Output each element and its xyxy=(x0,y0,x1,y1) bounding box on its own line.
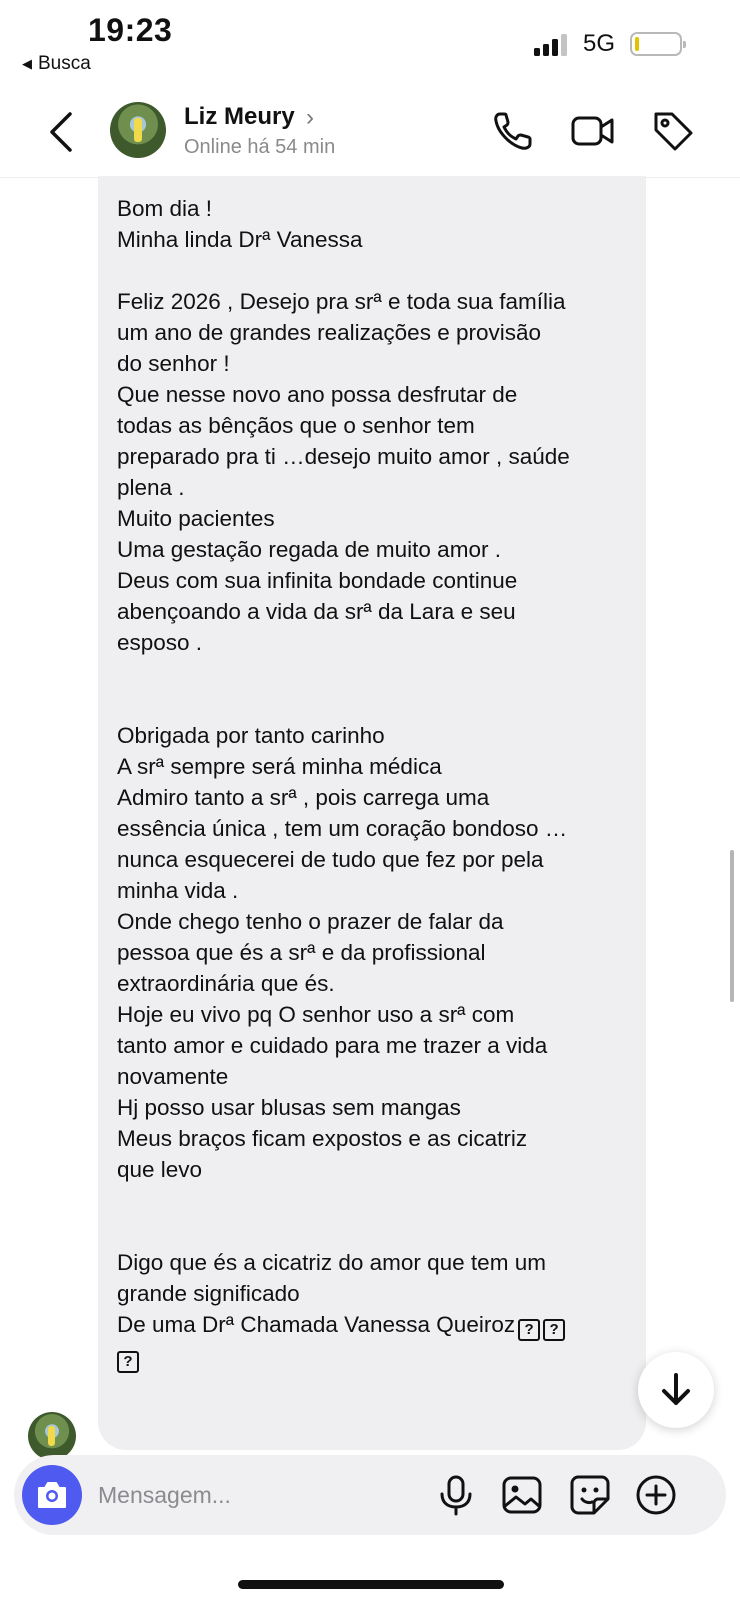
chevron-left-icon[interactable] xyxy=(46,110,78,154)
chevron-right-icon[interactable]: › xyxy=(306,104,314,132)
message-line: que levo xyxy=(117,1157,203,1182)
message-line: Meus braços ficam expostos e as cicatriz xyxy=(117,1126,528,1151)
back-to-app-link[interactable]: ◀ Busca xyxy=(22,53,91,75)
chat-screen: 19:23 ◀ Busca 5G Liz Meury › Online há 5… xyxy=(0,0,740,1600)
message-text: Bom dia ! Minha linda Drª Vanessa Feliz 2… xyxy=(117,193,637,1373)
back-to-app-label: Busca xyxy=(38,53,91,74)
home-indicator[interactable] xyxy=(238,1580,504,1589)
image-icon[interactable] xyxy=(500,1473,544,1517)
message-line: extraordinária que és. xyxy=(117,971,335,996)
message-line xyxy=(117,689,637,720)
message-line: Obrigada por tanto carinho xyxy=(117,723,385,748)
missing-glyph-icon: ? xyxy=(543,1319,566,1341)
sticker-icon[interactable] xyxy=(568,1473,612,1517)
scrollbar[interactable] xyxy=(730,850,734,1002)
arrow-down-icon xyxy=(662,1373,690,1405)
sender-avatar[interactable] xyxy=(28,1412,76,1460)
message-line: Uma gestação regada de muito amor . xyxy=(117,537,501,562)
message-line: Hj posso usar blusas sem mangas xyxy=(117,1095,461,1120)
message-input[interactable] xyxy=(98,1475,418,1515)
message-line: Que nesse novo ano possa desfrutar de xyxy=(117,382,518,407)
message-line: Deus com sua infinita bondade continue xyxy=(117,568,518,593)
video-camera-icon[interactable] xyxy=(570,108,616,154)
tag-icon[interactable] xyxy=(650,108,696,154)
missing-glyph-icon: ? xyxy=(518,1319,541,1341)
message-line: esposo . xyxy=(117,630,203,655)
message-line: grande significado xyxy=(117,1281,300,1306)
message-line xyxy=(117,1216,637,1247)
message-line: novamente xyxy=(117,1064,229,1089)
message-composer xyxy=(14,1455,726,1535)
scroll-to-bottom-button[interactable] xyxy=(638,1352,714,1428)
plus-circle-icon[interactable] xyxy=(634,1473,678,1517)
message-line: minha vida . xyxy=(117,878,239,903)
message-line xyxy=(117,658,637,689)
microphone-icon[interactable] xyxy=(434,1473,478,1517)
message-line: Admiro tanto a srª , pois carrega uma xyxy=(117,785,490,810)
battery-icon xyxy=(630,32,686,56)
message-line: tanto amor e cuidado para me trazer a vi… xyxy=(117,1033,548,1058)
camera-icon xyxy=(38,1482,66,1508)
phone-icon[interactable] xyxy=(490,108,536,154)
message-line: Muito pacientes xyxy=(117,506,275,531)
missing-glyph-icon: ? xyxy=(117,1351,139,1373)
message-line: nunca esquecerei de tudo que fez por pel… xyxy=(117,847,544,872)
contact-name[interactable]: Liz Meury xyxy=(184,103,295,131)
status-time: 19:23 xyxy=(88,12,173,48)
message-line: ? xyxy=(117,1341,637,1373)
message-line xyxy=(117,1185,637,1216)
message-line: Bom dia ! xyxy=(117,196,213,221)
contact-status: Online há 54 min xyxy=(184,136,336,158)
message-line xyxy=(117,255,637,286)
message-line: plena . xyxy=(117,475,185,500)
chat-header: Liz Meury › Online há 54 min xyxy=(0,88,740,178)
message-line: Digo que és a cicatriz do amor que tem u… xyxy=(117,1250,546,1275)
message-line: essência única , tem um coração bondoso … xyxy=(117,816,568,841)
message-line: pessoa que és a srª e da profissional xyxy=(117,940,486,965)
message-line: preparado pra ti …desejo muito amor , sa… xyxy=(117,444,570,469)
message-line: A srª sempre será minha médica xyxy=(117,754,442,779)
contact-avatar[interactable] xyxy=(110,102,166,158)
message-line: Hoje eu vivo pq O senhor uso a srª com xyxy=(117,1002,515,1027)
network-label: 5G xyxy=(583,30,616,57)
camera-button[interactable] xyxy=(22,1465,82,1525)
back-triangle-icon: ◀ xyxy=(22,56,32,71)
message-line: De uma Drª Chamada Vanessa Queiroz?? xyxy=(117,1309,637,1341)
message-line: Onde chego tenho o prazer de falar da xyxy=(117,909,504,934)
message-line: Feliz 2026 , Desejo pra srª e toda sua f… xyxy=(117,289,566,314)
message-line: um ano de grandes realizações e provisão xyxy=(117,320,542,345)
message-line: do senhor ! xyxy=(117,351,230,376)
message-line: todas as bênçãos que o senhor tem xyxy=(117,413,475,438)
message-line: Minha linda Drª Vanessa xyxy=(117,227,363,252)
message-line: abençoando a vida da srª da Lara e seu xyxy=(117,599,516,624)
signal-icon xyxy=(534,34,567,56)
